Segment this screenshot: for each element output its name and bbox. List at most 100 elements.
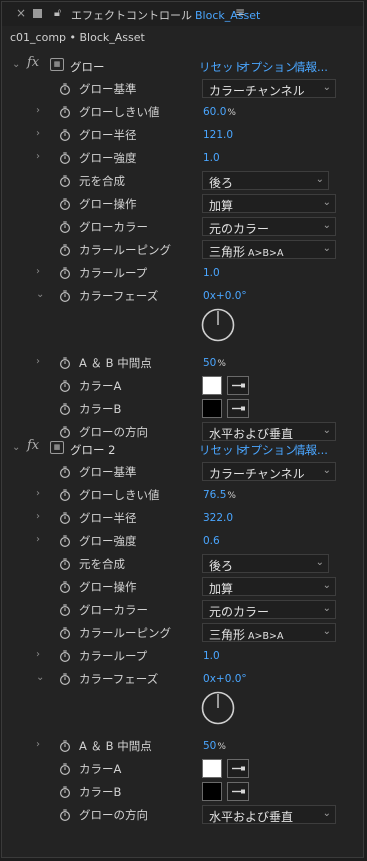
eyedropper-icon[interactable] [227,376,249,395]
param-label: グロー半径 [79,511,137,525]
expand-chevron-icon[interactable]: › [36,128,40,139]
lock-icon[interactable]: 🔓︎ [54,6,61,20]
expand-chevron-icon[interactable]: › [36,105,40,116]
stopwatch-icon[interactable] [59,244,71,256]
param-value[interactable]: 1.0 [203,267,220,279]
stopwatch-icon[interactable] [59,106,71,118]
effect-header: ⌄ fx ▦ グロー リセット オプション... 情報... [2,55,363,78]
expand-chevron-icon[interactable]: › [36,534,40,545]
collapse-chevron-icon[interactable]: ⌄ [36,672,44,683]
stopwatch-icon[interactable] [59,581,71,593]
param-value[interactable]: 50% [203,740,226,752]
param-value[interactable]: 0.6 [203,535,220,547]
eyedropper-icon[interactable] [227,399,249,418]
stopwatch-icon[interactable] [59,466,71,478]
stopwatch-icon[interactable] [59,175,71,187]
param-dropdown[interactable]: 三角形 A>B>A ⌄ [202,623,336,642]
expand-chevron-icon[interactable]: › [36,356,40,367]
stopwatch-icon[interactable] [59,673,71,685]
param-dropdown[interactable]: 加算 ⌄ [202,194,336,213]
stopwatch-icon[interactable] [59,129,71,141]
stopwatch-icon[interactable] [59,221,71,233]
param-row: › グロー強度 0.6 [2,530,363,553]
expand-chevron-icon[interactable]: › [36,488,40,499]
stopwatch-icon[interactable] [59,83,71,95]
color-swatch[interactable] [202,399,222,418]
dropdown-value: 後ろ [209,174,233,191]
stopwatch-icon[interactable] [59,426,71,438]
param-value-number: 0 [203,290,210,302]
about-link[interactable]: 情報... [294,59,328,75]
color-swatch[interactable] [202,759,222,778]
param-dropdown[interactable]: カラーチャンネル ⌄ [202,462,336,481]
param-value[interactable]: 1.0 [203,650,220,662]
stopwatch-icon[interactable] [59,809,71,821]
color-swatch[interactable] [202,782,222,801]
stopwatch-icon[interactable] [59,535,71,547]
stopwatch-icon[interactable] [59,290,71,302]
expand-chevron-icon[interactable]: ⌄ [12,59,20,70]
fx-icon[interactable]: fx [27,438,39,453]
stopwatch-icon[interactable] [59,650,71,662]
param-row: グロー基準 カラーチャンネル ⌄ [2,461,363,484]
collapse-chevron-icon[interactable]: ⌄ [36,289,44,300]
param-value[interactable]: 50% [203,357,226,369]
param-dropdown[interactable]: 後ろ ⌄ [202,171,329,190]
param-value[interactable]: 322.0 [203,512,233,524]
color-swatch[interactable] [202,376,222,395]
param-row: 元を合成 後ろ ⌄ [2,170,363,193]
color-phase-dial[interactable] [201,308,235,342]
dropdown-value-text: 三角形 [209,245,246,259]
param-row: ⌄ カラーフェーズ 0x+0.0° [2,285,363,308]
stopwatch-icon[interactable] [59,512,71,524]
expand-chevron-icon[interactable]: › [36,151,40,162]
expand-chevron-icon[interactable]: › [36,266,40,277]
stopwatch-icon[interactable] [59,558,71,570]
param-dropdown[interactable]: 元のカラー ⌄ [202,600,336,619]
color-phase-dial[interactable] [201,691,235,725]
param-dropdown[interactable]: 後ろ ⌄ [202,554,329,573]
expand-chevron-icon[interactable]: › [36,511,40,522]
panel-menu-icon[interactable]: ≡ [235,5,245,19]
param-value[interactable]: 1.0 [203,152,220,164]
stopwatch-icon[interactable] [59,152,71,164]
eyedropper-icon[interactable] [227,782,249,801]
param-label: 元を合成 [79,174,125,188]
param-value[interactable]: 0x+0.0° [203,673,247,685]
about-link[interactable]: 情報... [294,442,328,458]
param-value-number: 0.6 [203,535,220,547]
param-label: グロー強度 [79,151,137,165]
param-value[interactable]: 60.0% [203,106,236,118]
expand-chevron-icon[interactable]: › [36,649,40,660]
stopwatch-icon[interactable] [59,627,71,639]
stopwatch-icon[interactable] [59,198,71,210]
eyedropper-icon[interactable] [227,759,249,778]
param-label: グローカラー [79,220,148,234]
stopwatch-icon[interactable] [59,357,71,369]
close-icon[interactable]: × [16,6,26,20]
expand-chevron-icon[interactable]: ⌄ [12,442,20,453]
stopwatch-icon[interactable] [59,489,71,501]
stopwatch-icon[interactable] [59,403,71,415]
param-dropdown[interactable]: 水平および垂直 ⌄ [202,805,336,824]
expand-chevron-icon[interactable]: › [36,739,40,750]
stopwatch-icon[interactable] [59,786,71,798]
param-value-extra: x+0.0° [209,673,247,685]
param-dropdown[interactable]: カラーチャンネル ⌄ [202,79,336,98]
param-value[interactable]: 121.0 [203,129,233,141]
stopwatch-icon[interactable] [59,763,71,775]
param-value-number: 50 [203,740,217,752]
stopwatch-icon[interactable] [59,267,71,279]
param-value[interactable]: 76.5% [203,489,236,501]
param-dropdown[interactable]: 加算 ⌄ [202,577,336,596]
param-dropdown[interactable]: 三角形 A>B>A ⌄ [202,240,336,259]
fx-icon[interactable]: fx [27,55,39,70]
stopwatch-icon[interactable] [59,380,71,392]
param-dropdown[interactable]: 元のカラー ⌄ [202,217,336,236]
panel-title[interactable]: エフェクトコントロール Block_Asset [71,7,260,23]
stopwatch-icon[interactable] [59,604,71,616]
param-value[interactable]: 0x+0.0° [203,290,247,302]
stopwatch-icon[interactable] [59,740,71,752]
param-row: カラーB [2,398,363,421]
param-row: › A ＆ B 中間点 50% [2,352,363,375]
